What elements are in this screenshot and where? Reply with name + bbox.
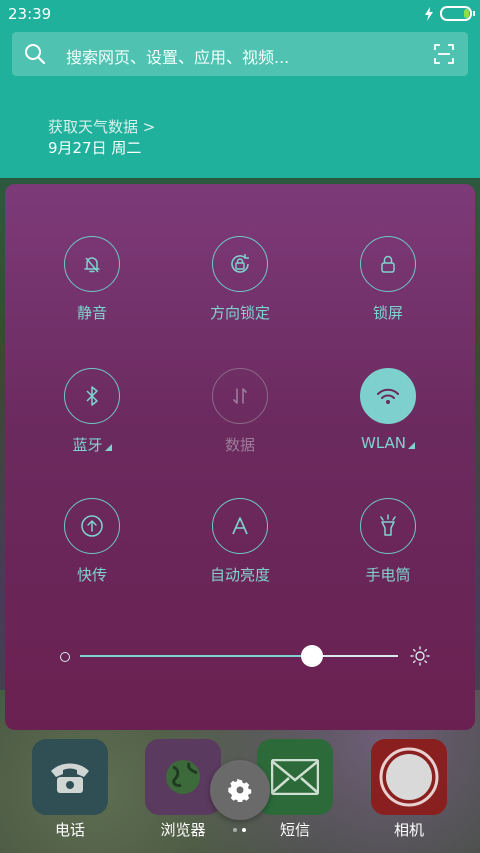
bluetooth-icon	[86, 386, 98, 406]
search-placeholder: 搜索网页、设置、应用、视频...	[66, 48, 290, 67]
app-phone[interactable]: 电话	[30, 739, 110, 840]
upload-icon	[81, 515, 103, 537]
tile-label: 方向锁定	[209, 304, 270, 322]
tile-quick-transfer[interactable]: 快传	[32, 498, 152, 585]
weather-link[interactable]: 获取天气数据 >	[48, 116, 155, 137]
rotation-lock-icon	[231, 254, 249, 273]
tile-label: 数据	[224, 436, 255, 454]
status-bar: 23:39	[0, 0, 480, 28]
scan-icon[interactable]	[434, 44, 454, 64]
page-indicator	[233, 828, 247, 832]
status-time: 23:39	[8, 5, 52, 23]
app-label: 相机	[393, 821, 424, 839]
tile-label: 手电筒	[365, 566, 411, 584]
app-label: 浏览器	[160, 821, 206, 839]
quick-settings-panel: 静音 方向锁定 锁屏 蓝牙 数据 WLAN 快传 自动亮度 手电筒	[5, 184, 475, 730]
flashlight-icon	[380, 514, 396, 536]
lock-icon	[381, 255, 395, 273]
tile-bluetooth[interactable]: 蓝牙	[32, 368, 152, 455]
gear-icon	[228, 778, 252, 802]
expand-icon[interactable]	[104, 444, 112, 451]
camera-icon	[371, 739, 447, 815]
tile-flashlight[interactable]: 手电筒	[328, 498, 448, 585]
globe-icon	[145, 739, 221, 815]
tile-lock-screen[interactable]: 锁屏	[328, 236, 448, 323]
app-label: 电话	[54, 821, 85, 839]
tile-label: WLAN	[360, 434, 406, 452]
tile-wlan[interactable]: WLAN	[328, 368, 448, 452]
tile-label: 快传	[76, 566, 107, 584]
bell-off-icon	[84, 257, 100, 273]
tile-auto-brightness[interactable]: 自动亮度	[180, 498, 300, 585]
search-icon	[25, 44, 46, 65]
battery-icon	[440, 6, 475, 21]
auto-brightness-icon	[232, 517, 248, 535]
brightness-slider[interactable]	[60, 644, 430, 668]
app-label: 短信	[279, 821, 310, 839]
slider-thumb[interactable]	[301, 645, 324, 667]
date-label: 9月27日 周二	[48, 139, 142, 157]
charging-icon	[425, 6, 433, 21]
data-arrows-icon	[233, 388, 247, 404]
tile-mobile-data[interactable]: 数据	[180, 368, 300, 455]
tile-rotation-lock[interactable]: 方向锁定	[180, 236, 300, 323]
settings-button[interactable]	[210, 760, 270, 820]
tile-label: 静音	[76, 304, 107, 322]
brightness-low-icon	[60, 652, 70, 662]
phone-icon	[32, 739, 108, 815]
wifi-icon	[377, 388, 399, 404]
brightness-high-icon	[410, 646, 430, 666]
tile-label: 蓝牙	[72, 436, 103, 454]
search-bar[interactable]: 搜索网页、设置、应用、视频...	[12, 32, 468, 76]
tile-mute[interactable]: 静音	[32, 236, 152, 323]
expand-icon[interactable]	[408, 442, 415, 449]
app-camera[interactable]: 相机	[369, 739, 449, 840]
tile-label: 自动亮度	[209, 566, 270, 584]
tile-label: 锁屏	[372, 304, 403, 322]
slider-fill	[80, 655, 313, 657]
mail-icon	[257, 739, 333, 815]
